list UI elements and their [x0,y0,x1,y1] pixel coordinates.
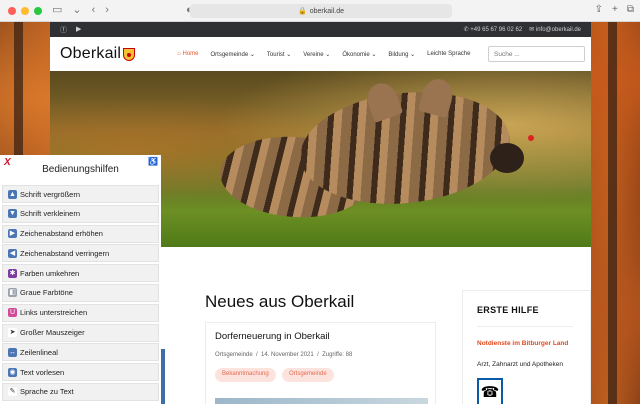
arrow-down-icon: ▼ [8,209,17,219]
background-trunk [608,22,617,404]
emergency-description: Arzt, Zahnarzt und Apotheken [477,361,563,368]
accessibility-panel: X Bedienungshilfen ♿ ▲ Schrift vergrößern… [0,155,161,404]
new-tab-icon[interactable]: + [612,4,618,15]
boar-snout [490,143,524,173]
option-label: Graue Farbtöne [20,288,73,298]
option-label: Schrift verkleinern [20,209,81,219]
option-label: Großer Mauszeiger [20,328,85,338]
email-contact[interactable]: ✉ info@oberkail.de [529,26,581,33]
url-text: oberkail.de [309,7,344,15]
news-image[interactable] [215,398,428,404]
option-decrease-font[interactable]: ▼ Schrift verkleinern [2,204,159,223]
divider [477,326,573,327]
option-read-aloud[interactable]: ◉ Text vorlesen [2,363,159,382]
back-icon[interactable]: ‹ [92,5,96,16]
top-bar: ⓕ ▶ ✆ +49 65 67 96 02 62 ✉ info@oberkail… [50,22,591,37]
nav-oekonomie[interactable]: Ökonomie ⌄ [342,51,376,58]
ruler-icon: ↔ [8,347,17,357]
arrow-left-icon: ◀ [8,248,17,258]
nav-label: Home [182,50,199,57]
site-logo[interactable]: Oberkail [60,45,136,63]
main-nav: ⌂ Home Ortsgemeinde ⌄ Tourist ⌄ Vereine … [177,51,470,58]
nav-home[interactable]: ⌂ Home [177,51,198,58]
news-meta: Ortsgemeinde / 14. November 2021 / Zugri… [215,352,353,358]
logo-text: Oberkail [60,45,122,62]
tabs-overview-icon[interactable]: ⧉ [627,4,634,15]
cursor-icon: ➤ [8,328,17,338]
red-flower [528,135,534,141]
nav-leichte-sprache[interactable]: Leichte Sprache [427,51,470,58]
option-label: Zeichenabstand erhöhen [20,229,103,239]
coat-of-arms-icon [123,47,136,61]
option-increase-spacing[interactable]: ▶ Zeichenabstand erhöhen [2,224,159,243]
grayscale-icon: ◧ [8,288,17,298]
accessibility-options: ▲ Schrift vergrößern ▼ Schrift verkleinern… [2,185,159,403]
option-label: Links unterstreichen [20,308,88,318]
tag-bekanntmachung[interactable]: Bekanntmachung [215,368,276,382]
search-input[interactable] [488,46,585,62]
nav-label: Bildung [388,51,409,58]
chevron-down-icon[interactable]: ⌄ [72,5,81,16]
share-icon[interactable]: ⇪ [595,4,603,15]
first-aid-widget: ERSTE HILFE Notdienste im Bitburger Land… [462,290,591,404]
option-label: Text vorlesen [20,367,65,377]
option-increase-font[interactable]: ▲ Schrift vergrößern [2,185,159,203]
option-label: Zeichenabstand verringern [20,248,110,258]
forward-icon[interactable]: › [105,5,109,16]
lock-icon: 🔒 [298,8,307,15]
maximize-window-icon[interactable] [34,6,42,15]
nav-label: Ortsgemeinde [210,51,249,58]
nav-vereine[interactable]: Vereine ⌄ [303,51,330,58]
invert-icon: ✱ [8,268,17,278]
option-label: Sprache zu Text [20,387,74,397]
option-speech-to-text[interactable]: ✎ Sprache zu Text [2,382,159,401]
tag-ortsgemeinde[interactable]: Ortsgemeinde [282,368,334,382]
browser-toolbar: ▭ ⌄ ‹ › ◐ 🔒 oberkail.de ⇪ + ⧉ [0,0,640,22]
option-label: Farben umkehren [20,268,80,278]
accessibility-icon: ♿ [148,157,158,166]
option-invert-colors[interactable]: ✱ Farben umkehren [2,264,159,283]
panel-title: Bedienungshilfen [42,164,119,175]
news-date: 14. November 2021 [261,352,314,358]
arrow-right-icon: ▶ [8,229,17,239]
news-hits: Zugriffe: 88 [322,352,353,358]
site-header: Oberkail ⌂ Home Ortsgemeinde ⌄ Tourist ⌄… [50,37,591,71]
email-address: info@oberkail.de [535,27,581,33]
option-label: Schrift vergrößern [20,189,81,199]
option-big-cursor[interactable]: ➤ Großer Mauszeiger [2,323,159,342]
emergency-link[interactable]: Notdienste im Bitburger Land [477,339,577,349]
minimize-window-icon[interactable] [21,6,29,15]
sidebar-toggle-icon[interactable]: ▭ [52,5,62,16]
nav-label: Ökonomie [342,51,370,58]
news-category[interactable]: Ortsgemeinde [215,352,253,358]
option-reading-ruler[interactable]: ↔ Zeilenlineal [2,343,159,362]
nav-label: Vereine [303,51,324,58]
phone-contact[interactable]: ✆ +49 65 67 96 02 62 [464,26,523,33]
phone-icon[interactable]: ☎ [477,378,503,404]
option-underline-links[interactable]: U Links unterstreichen [2,303,159,322]
nav-label: Tourist [266,51,285,58]
phone-number: +49 65 67 96 02 62 [470,27,523,33]
nav-label: Leichte Sprache [427,50,471,57]
arrow-up-icon: ▲ [8,189,17,199]
news-title[interactable]: Dorferneuerung in Oberkail [215,331,330,342]
speaker-icon: ◉ [8,367,17,377]
option-decrease-spacing[interactable]: ◀ Zeichenabstand verringern [2,244,159,263]
nav-bildung[interactable]: Bildung ⌄ [388,51,415,58]
section-heading: Neues aus Oberkail [205,292,355,311]
nav-ortsgemeinde[interactable]: Ortsgemeinde ⌄ [211,51,255,58]
widget-title: ERSTE HILFE [477,305,539,315]
address-bar[interactable]: 🔒 oberkail.de [190,4,452,18]
youtube-icon[interactable]: ▶ [76,25,81,35]
facebook-icon[interactable]: ⓕ [60,25,67,35]
option-grayscale[interactable]: ◧ Graue Farbtöne [2,283,159,302]
option-label: Zeilenlineal [20,347,58,357]
microphone-icon: ✎ [8,387,17,397]
news-card[interactable]: Dorferneuerung in Oberkail Ortsgemeinde … [205,322,436,404]
underline-icon: U [8,308,17,318]
close-window-icon[interactable] [8,6,16,15]
nav-tourist[interactable]: Tourist ⌄ [267,51,291,58]
